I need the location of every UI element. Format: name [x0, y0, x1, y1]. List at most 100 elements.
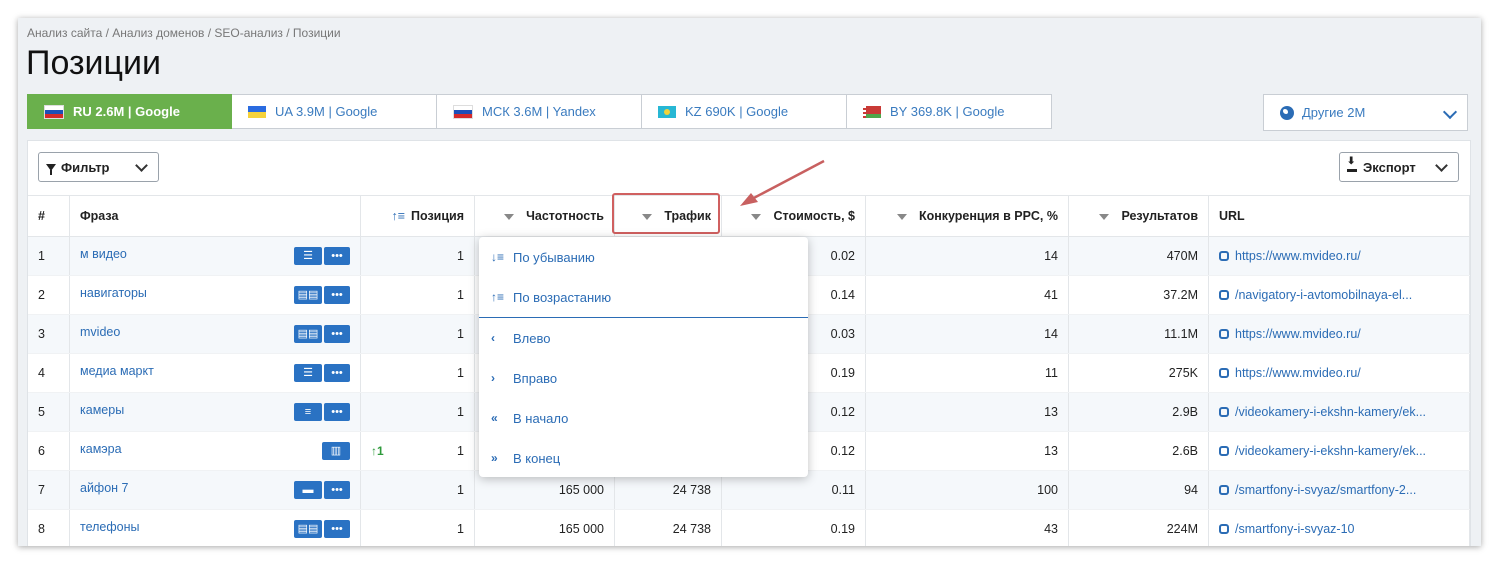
more-icon[interactable]: •••: [324, 286, 350, 304]
page-title: Позиции: [26, 44, 162, 82]
url-cell: /smartfony-i-svyaz-10: [1208, 509, 1470, 546]
url-link[interactable]: /navigatory-i-avtomobilnaya-el...: [1235, 288, 1412, 302]
phrase-link[interactable]: айфон 7: [80, 481, 129, 495]
tab-label: RU 2.6M | Google: [73, 104, 180, 119]
external-link-icon[interactable]: [1219, 290, 1229, 300]
serp-cards-icon[interactable]: ▤▤: [294, 520, 322, 538]
col-frequency[interactable]: Частотность: [474, 195, 615, 237]
row-index: 8: [28, 509, 70, 546]
url-link[interactable]: /videokamery-i-ekshn-kamery/ek...: [1235, 444, 1426, 458]
tab-label: BY 369.8K | Google: [890, 104, 1005, 119]
move-start-item[interactable]: «В начало: [479, 398, 808, 438]
serp-chat-icon[interactable]: ▬: [294, 481, 322, 499]
phrase-link[interactable]: mvideo: [80, 325, 120, 339]
filter-button[interactable]: Фильтр: [38, 152, 159, 182]
url-cell: /videokamery-i-ekshn-kamery/ek...: [1208, 392, 1470, 432]
move-left-item[interactable]: ‹ Влево: [479, 318, 808, 358]
phrase-cell: mvideo ▤▤ •••: [69, 314, 361, 354]
phrase-cell: м видео ☰ •••: [69, 236, 361, 276]
more-icon[interactable]: •••: [324, 520, 350, 538]
breadcrumb[interactable]: Анализ сайта / Анализ доменов / SEO-анал…: [27, 26, 341, 40]
url-link[interactable]: https://www.mvideo.ru/: [1235, 327, 1361, 341]
tab-ua[interactable]: UA 3.9M | Google: [232, 94, 437, 129]
chevron-down-icon: [135, 159, 148, 172]
url-cell: https://www.mvideo.ru/: [1208, 353, 1470, 393]
export-button[interactable]: Экспорт: [1339, 152, 1459, 182]
phrase-cell: камеры ≡ •••: [69, 392, 361, 432]
more-icon[interactable]: •••: [324, 481, 350, 499]
position-cell: 1: [360, 470, 475, 510]
url-link[interactable]: https://www.mvideo.ru/: [1235, 249, 1361, 263]
url-link[interactable]: /videokamery-i-ekshn-kamery/ek...: [1235, 405, 1426, 419]
double-chevron-right-icon: »: [491, 451, 498, 465]
more-icon[interactable]: •••: [324, 364, 350, 382]
phrase-link[interactable]: камэра: [80, 442, 122, 456]
move-right-item[interactable]: › Вправо: [479, 358, 808, 398]
url-link[interactable]: https://www.mvideo.ru/: [1235, 366, 1361, 380]
url-cell: https://www.mvideo.ru/: [1208, 314, 1470, 354]
serp-cards-icon[interactable]: ▤▤: [294, 325, 322, 343]
serp-lines-icon[interactable]: ≡: [294, 403, 322, 421]
external-link-icon[interactable]: [1219, 446, 1229, 456]
url-link[interactable]: /smartfony-i-svyaz/smartfony-2...: [1235, 483, 1416, 497]
col-competition[interactable]: Конкуренция в PPC, %: [865, 195, 1069, 237]
row-index: 2: [28, 275, 70, 315]
row-index: 7: [28, 470, 70, 510]
tab-ru[interactable]: RU 2.6M | Google: [27, 94, 232, 129]
competition-cell: 11: [865, 353, 1069, 393]
col-results[interactable]: Результатов: [1068, 195, 1209, 237]
col-index: #: [28, 195, 70, 237]
row-index: 1: [28, 236, 70, 276]
more-icon[interactable]: •••: [324, 247, 350, 265]
url-cell: /smartfony-i-svyaz/smartfony-2...: [1208, 470, 1470, 510]
phrase-link[interactable]: телефоны: [80, 520, 140, 534]
caret-down-icon: [751, 213, 762, 220]
phrase-link[interactable]: камеры: [80, 403, 124, 417]
col-phrase[interactable]: Фраза: [69, 195, 361, 237]
tab-msk[interactable]: МСК 3.6M | Yandex: [437, 94, 642, 129]
globe-icon: [1280, 105, 1294, 120]
filter-icon: [46, 163, 56, 175]
sort-desc-item[interactable]: ↓≡ По убыванию: [479, 237, 808, 277]
sort-asc-item[interactable]: ↑≡ По возрастанию: [479, 277, 808, 317]
serp-list-icon[interactable]: ☰: [294, 364, 322, 382]
results-cell: 94: [1068, 470, 1209, 510]
more-icon[interactable]: •••: [324, 403, 350, 421]
external-link-icon[interactable]: [1219, 329, 1229, 339]
phrase-link[interactable]: м видео: [80, 247, 127, 261]
phrase-link[interactable]: медиа маркт: [80, 364, 154, 378]
tab-by[interactable]: BY 369.8K | Google: [847, 94, 1052, 129]
flag-kz-icon: [658, 105, 676, 118]
url-link[interactable]: /smartfony-i-svyaz-10: [1235, 522, 1354, 536]
tab-kz[interactable]: KZ 690K | Google: [642, 94, 847, 129]
serp-book-icon[interactable]: ▥: [322, 442, 350, 460]
move-end-item[interactable]: » В конец: [479, 438, 808, 478]
external-link-icon[interactable]: [1219, 407, 1229, 417]
sort-asc-icon: ↑≡: [491, 290, 505, 304]
serp-cards-icon[interactable]: ▤▤: [294, 286, 322, 304]
more-icon[interactable]: •••: [324, 325, 350, 343]
traffic-cell: 24 738: [614, 509, 722, 546]
col-url[interactable]: URL: [1208, 195, 1470, 237]
phrase-link[interactable]: навигаторы: [80, 286, 147, 300]
col-position[interactable]: ↑≡ Позиция: [360, 195, 475, 237]
competition-cell: 13: [865, 392, 1069, 432]
flag-by-icon: [863, 105, 881, 118]
external-link-icon[interactable]: [1219, 368, 1229, 378]
results-cell: 2.6B: [1068, 431, 1209, 471]
position-cell: 1: [360, 392, 475, 432]
results-cell: 11.1M: [1068, 314, 1209, 354]
external-link-icon[interactable]: [1219, 524, 1229, 534]
external-link-icon[interactable]: [1219, 251, 1229, 261]
url-cell: /videokamery-i-ekshn-kamery/ek...: [1208, 431, 1470, 471]
chevron-left-icon: ‹: [491, 331, 495, 345]
download-icon: [1347, 156, 1357, 172]
tab-label: KZ 690K | Google: [685, 104, 789, 119]
phrase-cell: медиа маркт ☰ •••: [69, 353, 361, 393]
row-index: 4: [28, 353, 70, 393]
phrase-cell: айфон 7 ▬ •••: [69, 470, 361, 510]
caret-down-icon: [896, 213, 907, 220]
external-link-icon[interactable]: [1219, 485, 1229, 495]
serp-list-icon[interactable]: ☰: [294, 247, 322, 265]
other-regions-select[interactable]: Другие 2M: [1263, 94, 1468, 131]
